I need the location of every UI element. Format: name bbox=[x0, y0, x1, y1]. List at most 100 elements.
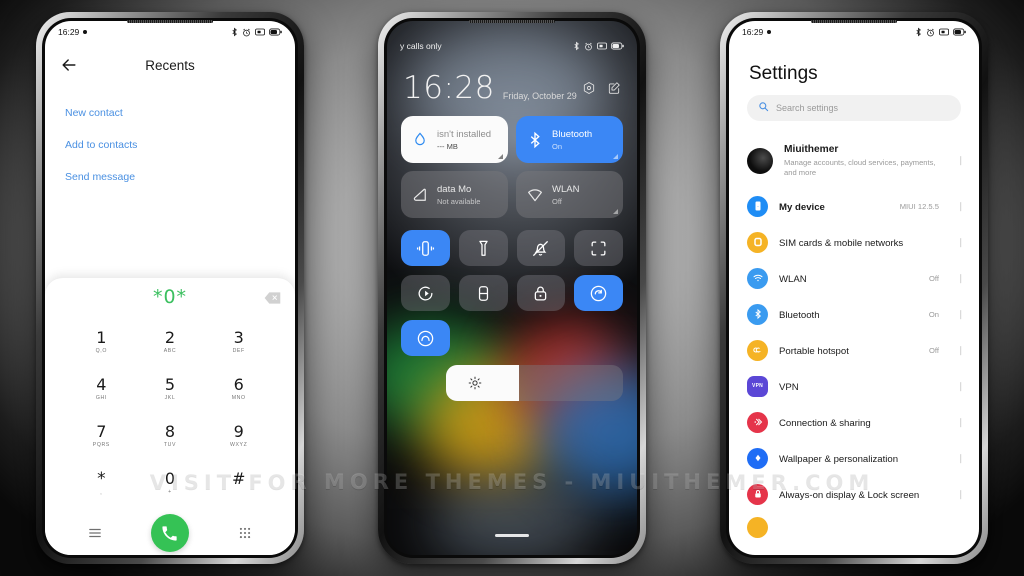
dialpad-grid: 1 Q,O 2 ABC 3 DEF 4 GHI 5 JKL 6 MNO 7 PQRS 8 TUV… bbox=[45, 316, 295, 506]
cc-card-wlan[interactable]: WLAN Off bbox=[516, 171, 623, 218]
dialpad-key-7[interactable]: 7 PQRS bbox=[67, 414, 136, 459]
expand-corner-icon[interactable] bbox=[498, 154, 503, 159]
toggle-silent[interactable] bbox=[516, 230, 566, 266]
dialpad-key-4[interactable]: 4 GHI bbox=[67, 367, 136, 412]
dialpad-key-5[interactable]: 5 JKL bbox=[136, 367, 205, 412]
settings-row-label: WLAN bbox=[779, 274, 807, 286]
expand-corner-icon[interactable] bbox=[613, 154, 618, 159]
bluetooth-icon bbox=[747, 303, 768, 325]
toggle-battery-saver[interactable] bbox=[458, 275, 508, 311]
alarm-icon bbox=[242, 28, 251, 37]
device-icon bbox=[747, 195, 768, 217]
notification-dot-icon bbox=[83, 30, 88, 34]
expand-corner-icon[interactable] bbox=[613, 209, 618, 214]
settings-row-label: My device bbox=[779, 202, 825, 214]
settings-row-label: Always-on display & Lock screen bbox=[779, 490, 920, 502]
search-icon bbox=[758, 99, 769, 117]
screen-dialer: 16:29 Recents New contact Add to contact… bbox=[45, 21, 295, 555]
screen-settings: 16:29 Settings Search settings Miuitheme… bbox=[729, 21, 979, 555]
key-letters: DEF bbox=[232, 348, 245, 354]
cc-card-data-usage[interactable]: isn't installed --- MB bbox=[401, 116, 508, 163]
keypad-icon[interactable] bbox=[238, 526, 252, 540]
settings-row-wlan[interactable]: WLAN Off ❘ bbox=[729, 260, 979, 296]
cc-card-sub: Not available bbox=[437, 196, 481, 206]
settings-row-portable-hotspot[interactable]: Portable hotspot Off ❘ bbox=[729, 332, 979, 368]
toggle-vibrate[interactable] bbox=[401, 230, 450, 266]
cc-card-mobile-data[interactable]: data Mo Not available bbox=[401, 171, 508, 218]
bluetooth-icon bbox=[915, 27, 922, 37]
toggle-cast[interactable] bbox=[574, 275, 623, 311]
backspace-icon[interactable] bbox=[264, 291, 281, 304]
carrier-label: y calls only bbox=[400, 41, 442, 51]
phone-device-dialer: 16:29 Recents New contact Add to contact… bbox=[36, 12, 304, 564]
phone-device-controlcenter: y calls only 16:28 Friday, October 29 is… bbox=[378, 12, 646, 564]
dialpad-key-hash[interactable]: # bbox=[204, 461, 273, 506]
edit-icon[interactable] bbox=[607, 81, 621, 100]
toggle-screenshot[interactable] bbox=[574, 230, 623, 266]
status-bar-dialer: 16:29 bbox=[45, 21, 295, 43]
key-digit: 8 bbox=[164, 422, 176, 441]
toggle-reading-mode[interactable] bbox=[401, 320, 450, 356]
drag-handle[interactable] bbox=[495, 534, 529, 537]
settings-row-wallpaper[interactable]: Wallpaper & personalization ❘ bbox=[729, 440, 979, 476]
brightness-slider[interactable] bbox=[446, 365, 623, 401]
hotspot-icon bbox=[747, 339, 768, 361]
new-contact-link[interactable]: New contact bbox=[65, 97, 275, 129]
settings-row-bluetooth[interactable]: Bluetooth On ❘ bbox=[729, 296, 979, 332]
chevron-right-icon: ❘ bbox=[957, 488, 965, 499]
clock-date: Friday, October 29 bbox=[502, 91, 577, 101]
call-button[interactable] bbox=[150, 514, 189, 552]
key-letters: + bbox=[168, 489, 172, 495]
settings-row-my-device[interactable]: My device MIUI 12.5.5 ❘ bbox=[729, 188, 979, 224]
control-center-cards: isn't installed --- MB Bluetooth On data… bbox=[387, 104, 637, 218]
settings-row-connection-sharing[interactable]: Connection & sharing ❘ bbox=[729, 404, 979, 440]
toggle-auto-rotate[interactable] bbox=[401, 275, 450, 311]
add-to-contacts-link[interactable]: Add to contacts bbox=[65, 129, 275, 161]
key-letters: Q,O bbox=[95, 348, 107, 354]
dialpad-key-9[interactable]: 9 WXYZ bbox=[204, 414, 273, 459]
settings-row-label: Miuithemer bbox=[784, 144, 839, 155]
settings-gear-icon[interactable] bbox=[582, 81, 596, 100]
settings-row-vpn[interactable]: VPN VPN ❘ bbox=[729, 368, 979, 404]
dialpad-key-star[interactable]: *, bbox=[67, 461, 136, 506]
toggle-flashlight[interactable] bbox=[458, 230, 508, 266]
chevron-right-icon: ❘ bbox=[957, 344, 965, 355]
settings-row-value: Off bbox=[929, 345, 939, 355]
dialed-number: *0* bbox=[152, 286, 188, 308]
cc-card-title: WLAN bbox=[552, 183, 580, 195]
dialpad-key-3[interactable]: 3 DEF bbox=[204, 320, 273, 365]
cc-card-title: isn't installed bbox=[437, 128, 492, 140]
settings-list: Miuithemer Manage accounts, cloud servic… bbox=[729, 133, 979, 552]
settings-row-partial-next[interactable] bbox=[729, 512, 979, 548]
dialpad-key-6[interactable]: 6 MNO bbox=[204, 367, 273, 412]
dialpad-key-1[interactable]: 1 Q,O bbox=[67, 320, 136, 365]
settings-row-label: SIM cards & mobile networks bbox=[779, 238, 904, 250]
sim-icon bbox=[597, 42, 607, 50]
dialpad-key-8[interactable]: 8 TUV bbox=[136, 414, 205, 459]
key-digit: 1 bbox=[96, 328, 107, 347]
search-input[interactable]: Search settings bbox=[747, 95, 961, 121]
settings-row-account[interactable]: Miuithemer Manage accounts, cloud servic… bbox=[729, 133, 979, 188]
key-digit: 7 bbox=[96, 422, 107, 441]
alarm-icon bbox=[584, 42, 593, 51]
settings-row-value: Off bbox=[929, 273, 939, 283]
wifi-icon bbox=[747, 267, 768, 289]
settings-row-aod-lockscreen[interactable]: Always-on display & Lock screen ❘ bbox=[729, 476, 979, 512]
settings-row-sim-cards[interactable]: SIM cards & mobile networks ❘ bbox=[729, 224, 979, 260]
send-message-link[interactable]: Send message bbox=[65, 161, 275, 193]
cc-card-bluetooth[interactable]: Bluetooth On bbox=[516, 116, 623, 163]
cc-card-sub: --- MB bbox=[437, 141, 458, 151]
key-digit: 6 bbox=[233, 375, 244, 394]
page-title: Recents bbox=[145, 57, 195, 73]
phone-device-settings: 16:29 Settings Search settings Miuitheme… bbox=[720, 12, 988, 564]
control-center-toggles bbox=[387, 218, 637, 356]
back-arrow-icon[interactable] bbox=[59, 55, 79, 75]
brightness-icon bbox=[468, 376, 482, 390]
alarm-icon bbox=[926, 28, 935, 37]
next-row-icon bbox=[747, 517, 768, 539]
control-center-clock: 16:28 Friday, October 29 bbox=[387, 57, 637, 104]
dialpad-key-2[interactable]: 2 ABC bbox=[136, 320, 205, 365]
toggle-lock[interactable] bbox=[516, 275, 566, 311]
dialpad-key-0[interactable]: 0 + bbox=[136, 461, 205, 506]
menu-icon[interactable] bbox=[88, 526, 102, 540]
